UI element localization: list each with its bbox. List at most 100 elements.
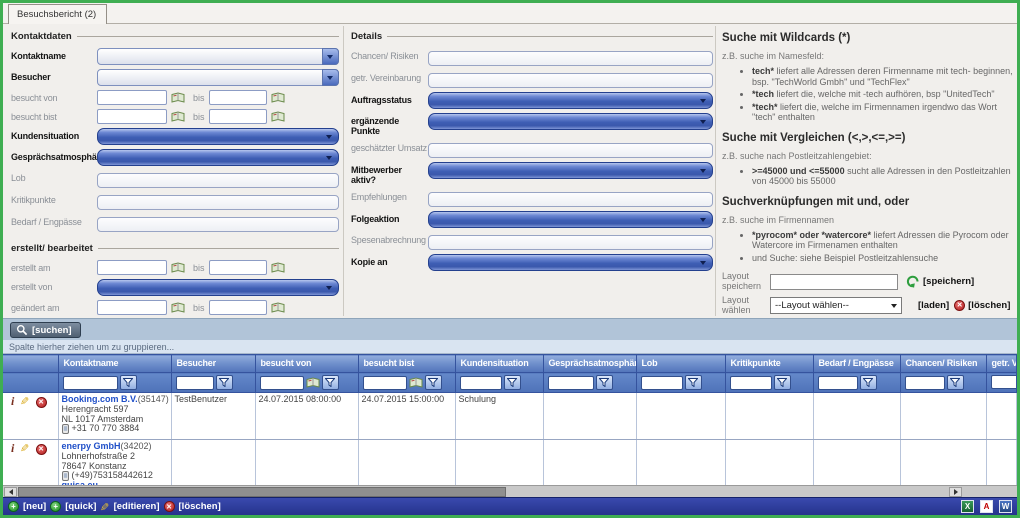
tab-besuchsbericht[interactable]: Besuchsbericht (2) [8, 4, 107, 24]
kopie-an-dropdown[interactable] [428, 254, 713, 271]
chancen-input[interactable] [428, 51, 713, 66]
vereinbarung-filter-input[interactable] [991, 375, 1017, 389]
kontaktname-dropdown[interactable] [97, 48, 339, 65]
column-header-besucher[interactable]: Besucher [171, 355, 255, 373]
info-icon[interactable] [11, 444, 14, 455]
loeschen-button[interactable]: [löschen] [179, 501, 221, 512]
filter-button[interactable] [596, 375, 613, 390]
calendar-icon[interactable] [271, 92, 285, 103]
mitbewerber-dropdown[interactable] [428, 162, 713, 179]
filter-button[interactable] [947, 375, 964, 390]
column-header-kritikpunkte[interactable]: Kritikpunkte [725, 355, 813, 373]
edit-pencil-icon[interactable] [20, 398, 29, 408]
column-header-gespraechsatmosphaere[interactable]: Gesprächsatmosphäre [543, 355, 636, 373]
erstellt-von-dropdown[interactable] [97, 279, 339, 296]
scrollbar-thumb[interactable] [18, 487, 506, 497]
spesen-input[interactable] [428, 235, 713, 250]
geaendert-am-to-input[interactable] [209, 300, 267, 315]
scroll-right-button[interactable] [949, 487, 962, 497]
geaendert-am-from-input[interactable] [97, 300, 167, 315]
layout-select[interactable]: --Layout wählen-- [770, 297, 902, 314]
editieren-button[interactable]: [editieren] [114, 501, 160, 512]
edit-pencil-icon[interactable] [100, 498, 109, 516]
neu-button[interactable]: [neu] [23, 501, 46, 512]
bedarf-filter-input[interactable] [818, 376, 858, 390]
scroll-left-button[interactable] [4, 487, 17, 497]
besucht-von-filter-input[interactable] [260, 376, 304, 390]
chancen-filter-input[interactable] [905, 376, 945, 390]
kundensituation-filter-input[interactable] [460, 376, 502, 390]
info-icon[interactable] [11, 397, 14, 408]
pdf-export-icon[interactable] [980, 500, 993, 513]
calendar-icon[interactable] [171, 111, 185, 122]
filter-button[interactable] [685, 375, 702, 390]
umsatz-input[interactable] [428, 143, 713, 158]
calendar-icon[interactable] [171, 92, 185, 103]
filter-button[interactable] [774, 375, 791, 390]
column-header-bedarf[interactable]: Bedarf / Engpässe [813, 355, 900, 373]
filter-button[interactable] [120, 375, 137, 390]
besucht-bist-filter-input[interactable] [363, 376, 407, 390]
column-header-vereinbarung[interactable]: getr. Vereinbarung [986, 355, 1017, 373]
speichern-button[interactable]: [speichern] [923, 276, 974, 287]
calendar-icon[interactable] [409, 377, 423, 388]
besucher-dropdown[interactable] [97, 69, 339, 86]
calendar-icon[interactable] [306, 377, 320, 388]
besucht-bist-from-input[interactable] [97, 109, 167, 124]
besucht-bist-to-input[interactable] [209, 109, 267, 124]
lob-input[interactable] [97, 173, 339, 188]
calendar-icon[interactable] [271, 302, 285, 313]
column-header-kundensituation[interactable]: Kundensituation [455, 355, 543, 373]
delete-icon[interactable] [36, 397, 47, 408]
excel-export-icon[interactable] [961, 500, 974, 513]
calendar-icon[interactable] [171, 302, 185, 313]
besucher-filter-input[interactable] [176, 376, 214, 390]
edit-pencil-icon[interactable] [20, 445, 29, 455]
loeschen-layout-button[interactable]: [löschen] [968, 300, 1010, 311]
gespraechsatmosphaere-filter-input[interactable] [548, 376, 594, 390]
calendar-icon[interactable] [271, 262, 285, 273]
dropdown-cap[interactable] [322, 48, 339, 65]
kritikpunkte-filter-input[interactable] [730, 376, 772, 390]
kritikpunkte-input[interactable] [97, 195, 339, 210]
empfehlungen-input[interactable] [428, 192, 713, 207]
vereinbarung-input[interactable] [428, 73, 713, 88]
filter-button[interactable] [322, 375, 339, 390]
suchen-button[interactable]: [suchen] [10, 322, 81, 338]
filter-button[interactable] [425, 375, 442, 390]
lob-filter-input[interactable] [641, 376, 683, 390]
column-header-lob[interactable]: Lob [636, 355, 725, 373]
filter-button[interactable] [216, 375, 233, 390]
company-link[interactable]: Booking.com B.V. [62, 394, 138, 404]
calendar-icon[interactable] [271, 111, 285, 122]
dropdown-cap[interactable] [322, 69, 339, 86]
word-export-icon[interactable] [999, 500, 1012, 513]
table-row[interactable]: Booking.com B.V.(35147) Herengracht 597 … [3, 393, 1017, 440]
folgeaktion-dropdown[interactable] [428, 211, 713, 228]
filter-button[interactable] [860, 375, 877, 390]
column-header-chancen[interactable]: Chancen/ Risiken [900, 355, 986, 373]
filter-button[interactable] [504, 375, 521, 390]
auftragsstatus-dropdown[interactable] [428, 92, 713, 109]
laden-button[interactable]: [laden] [918, 300, 949, 311]
column-header-besucht-bist[interactable]: besucht bist [358, 355, 455, 373]
ergaenzende-punkte-dropdown[interactable] [428, 113, 713, 130]
column-header-besucht-von[interactable]: besucht von [255, 355, 358, 373]
horizontal-scrollbar[interactable] [3, 485, 1017, 497]
save-icon[interactable] [906, 275, 920, 288]
erstellt-am-from-input[interactable] [97, 260, 167, 275]
kundensituation-dropdown[interactable] [97, 128, 339, 145]
bedarf-input[interactable] [97, 217, 339, 232]
erstellt-am-to-input[interactable] [209, 260, 267, 275]
besucht-von-from-input[interactable] [97, 90, 167, 105]
delete-icon[interactable] [36, 444, 47, 455]
group-by-bar[interactable]: Spalte hierher ziehen um zu gruppieren..… [3, 340, 1017, 354]
gespraechsatmosphaere-dropdown[interactable] [97, 149, 339, 166]
add-icon[interactable] [8, 501, 19, 512]
add-quick-icon[interactable] [50, 501, 61, 512]
calendar-icon[interactable] [171, 262, 185, 273]
layout-name-input[interactable] [770, 274, 898, 290]
column-header-kontaktname[interactable]: Kontaktname [58, 355, 171, 373]
besucht-von-to-input[interactable] [209, 90, 267, 105]
quick-button[interactable]: [quick] [65, 501, 96, 512]
